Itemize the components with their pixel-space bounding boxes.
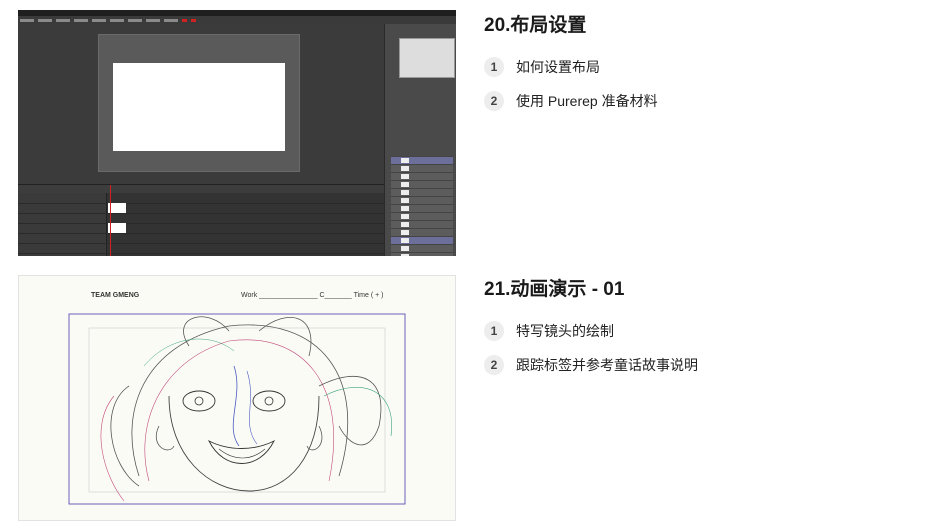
item-label: 使用 Purerep 准备材料 (516, 93, 658, 109)
timeline-playhead (110, 185, 111, 256)
lesson-item[interactable]: 2 使用 Purerep 准备材料 (484, 90, 914, 112)
item-number-badge: 1 (484, 57, 504, 77)
layout-frame (113, 63, 285, 151)
item-number-badge: 2 (484, 91, 504, 111)
lesson-item[interactable]: 2 跟踪标签并参考童话故事说明 (484, 354, 914, 376)
lesson-card-21[interactable]: TEAM GMENG Work _______________ C_______… (0, 270, 930, 532)
animation-sketch-thumbnail[interactable]: TEAM GMENG Work _______________ C_______… (18, 275, 456, 521)
item-label: 特写镜头的绘制 (516, 323, 614, 339)
item-label: 如何设置布局 (516, 59, 600, 75)
layout-setup-screenshot[interactable] (18, 10, 456, 256)
layer-panel (384, 24, 456, 256)
lesson-item[interactable]: 1 特写镜头的绘制 (484, 320, 914, 342)
item-number-badge: 2 (484, 355, 504, 375)
app-menubar (18, 16, 456, 24)
character-sketch (68, 313, 406, 505)
item-number-badge: 1 (484, 321, 504, 341)
lesson-title: 20.布局设置 (484, 15, 587, 36)
canvas-area (18, 24, 384, 184)
navigator-preview (399, 38, 455, 78)
lesson-card-20[interactable]: 20.布局设置 1 如何设置布局 2 使用 Purerep 准备材料 (0, 0, 930, 262)
item-label: 跟踪标签并参考童话故事说明 (516, 357, 698, 373)
timeline-panel (18, 184, 384, 256)
lesson-info: 21.动画演示 - 01 1 特写镜头的绘制 2 跟踪标签并参考童话故事说明 (484, 278, 914, 388)
lesson-title: 21.动画演示 - 01 (484, 279, 625, 300)
lesson-info: 20.布局设置 1 如何设置布局 2 使用 Purerep 准备材料 (484, 14, 914, 124)
lesson-item[interactable]: 1 如何设置布局 (484, 56, 914, 78)
layout-paper (98, 34, 300, 172)
